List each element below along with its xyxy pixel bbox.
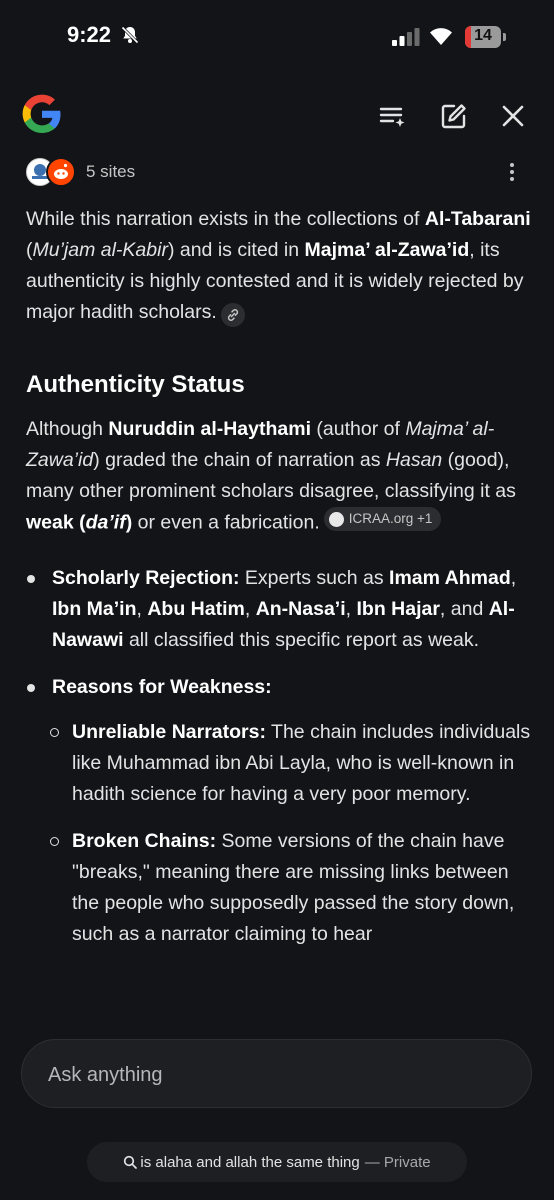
close-icon xyxy=(502,105,524,127)
sources-count: 5 sites xyxy=(86,162,136,181)
new-chat-button[interactable] xyxy=(436,98,472,134)
battery-cap xyxy=(503,33,506,41)
edit-icon xyxy=(441,104,466,129)
source-favicon xyxy=(328,511,344,527)
battery-level: 14 xyxy=(474,27,492,44)
sub-list: Unreliable Narrators: The chain includes… xyxy=(50,717,531,950)
query-pill[interactable]: is alaha and allah the same thing — Priv… xyxy=(87,1142,467,1182)
section-heading: Authenticity Status xyxy=(26,371,245,398)
sources-button[interactable]: 5 sites xyxy=(26,156,135,188)
bell-muted-icon xyxy=(121,26,139,44)
bullet-list: Scholarly Rejection: Experts such as Ima… xyxy=(26,563,531,950)
query-text: is alaha and allah the same thing xyxy=(140,1153,360,1171)
ask-input[interactable] xyxy=(46,1060,490,1090)
citation-link-chip[interactable] xyxy=(220,303,245,327)
reddit-favicon xyxy=(46,157,76,187)
list-item: Reasons for Weakness: Unreliable Narrato… xyxy=(26,672,531,950)
search-icon xyxy=(124,1155,138,1169)
history-list-icon xyxy=(379,107,405,127)
link-icon xyxy=(227,309,238,321)
reddit-icon xyxy=(54,163,68,179)
private-label: — Private xyxy=(364,1153,431,1171)
ask-box[interactable] xyxy=(21,1039,532,1108)
sub-list-item: Broken Chains: Some versions of the chai… xyxy=(50,826,531,950)
sub-list-item: Unreliable Narrators: The chain includes… xyxy=(50,717,531,810)
signal-icon xyxy=(392,28,420,46)
status-bar: 9:22 14 xyxy=(0,0,554,76)
more-options-icon[interactable] xyxy=(500,160,524,184)
history-button[interactable] xyxy=(374,98,410,134)
status-time: 9:22 xyxy=(67,22,112,47)
source-chip-label: ICRAA.org +1 xyxy=(348,511,433,526)
close-button[interactable] xyxy=(495,98,531,134)
status-paragraph: Although Nuruddin al-Haythami (author of… xyxy=(26,418,516,534)
ai-answer: While this narration exists in the colle… xyxy=(26,204,531,966)
google-logo xyxy=(22,94,61,133)
list-item: Scholarly Rejection: Experts such as Ima… xyxy=(26,563,531,656)
intro-paragraph: While this narration exists in the colle… xyxy=(26,204,531,328)
source-chip[interactable]: ICRAA.org +1 xyxy=(323,507,442,531)
header xyxy=(0,92,554,140)
battery-indicator: 14 xyxy=(465,26,501,48)
wifi-icon xyxy=(430,28,452,45)
